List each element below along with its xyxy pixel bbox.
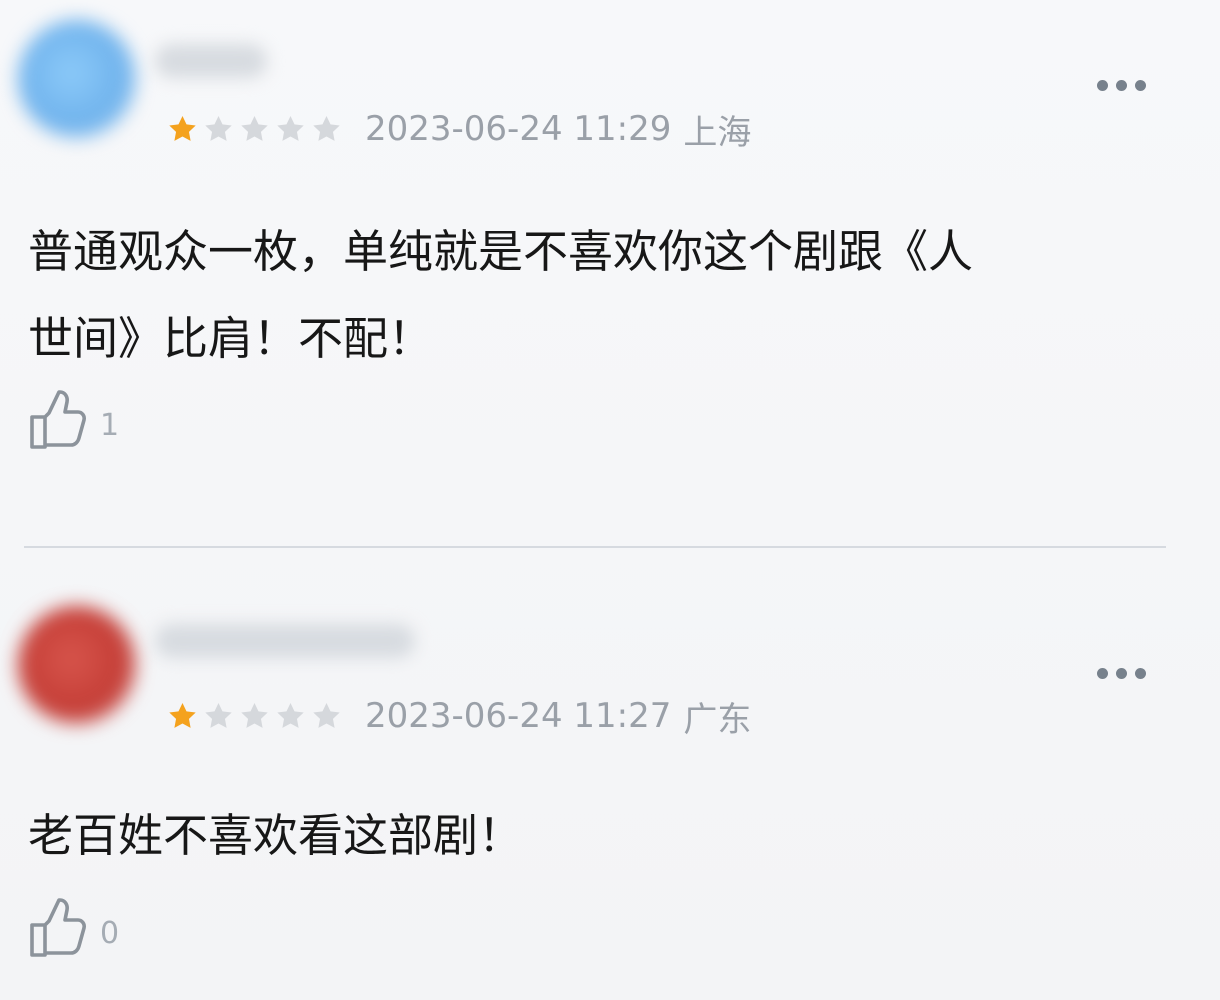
like-count: 0 [100,915,120,951]
more-dots-icon [1116,80,1127,91]
comment-item: 2023-06-24 11:27 广东 老百姓不喜欢看这部剧！ 0 [0,590,1220,1000]
thumbs-up-icon [30,390,86,449]
more-dots-icon [1097,80,1108,91]
comment-item: 2023-06-24 11:29 上海 普通观众一枚，单纯就是不喜欢你这个剧跟《… [0,0,1220,545]
username[interactable] [155,44,267,78]
like-button[interactable]: 0 [28,898,119,960]
more-dots-icon [1116,668,1127,679]
more-dots-icon [1135,668,1146,679]
location: 广东 [683,699,752,740]
comment-divider [24,546,1166,548]
timestamp: 2023-06-24 11:29 [365,109,672,149]
comment-text: 普通观众一枚，单纯就是不喜欢你这个剧跟《人 世间》比肩！不配！ [28,225,974,365]
thumbs-up-icon [30,898,86,957]
more-options-button[interactable] [1097,80,1146,91]
star-empty-icon [205,702,232,728]
star-empty-icon [277,702,304,728]
location: 上海 [683,112,752,153]
comment-text: 老百姓不喜欢看这部剧！ [28,809,524,862]
star-empty-icon [313,115,340,141]
timestamp: 2023-06-24 11:27 [365,696,672,736]
star-empty-icon [241,702,268,728]
more-dots-icon [1097,668,1108,679]
more-dots-icon [1135,80,1146,91]
rating-stars [166,113,343,146]
comment-meta: 2023-06-24 11:29 上海 [166,108,751,153]
username[interactable] [155,624,415,658]
star-filled-icon [169,702,196,728]
star-empty-icon [241,115,268,141]
star-filled-icon [169,115,196,141]
comment-meta: 2023-06-24 11:27 广东 [166,695,751,740]
star-empty-icon [205,115,232,141]
star-empty-icon [313,702,340,728]
star-empty-icon [277,115,304,141]
like-button[interactable]: 1 [28,390,119,452]
comment-list: 2023-06-24 11:29 上海 普通观众一枚，单纯就是不喜欢你这个剧跟《… [0,0,1220,1000]
rating-stars [166,700,343,733]
avatar[interactable] [18,20,136,138]
more-options-button[interactable] [1097,668,1146,679]
like-count: 1 [100,407,120,443]
avatar[interactable] [18,606,136,724]
